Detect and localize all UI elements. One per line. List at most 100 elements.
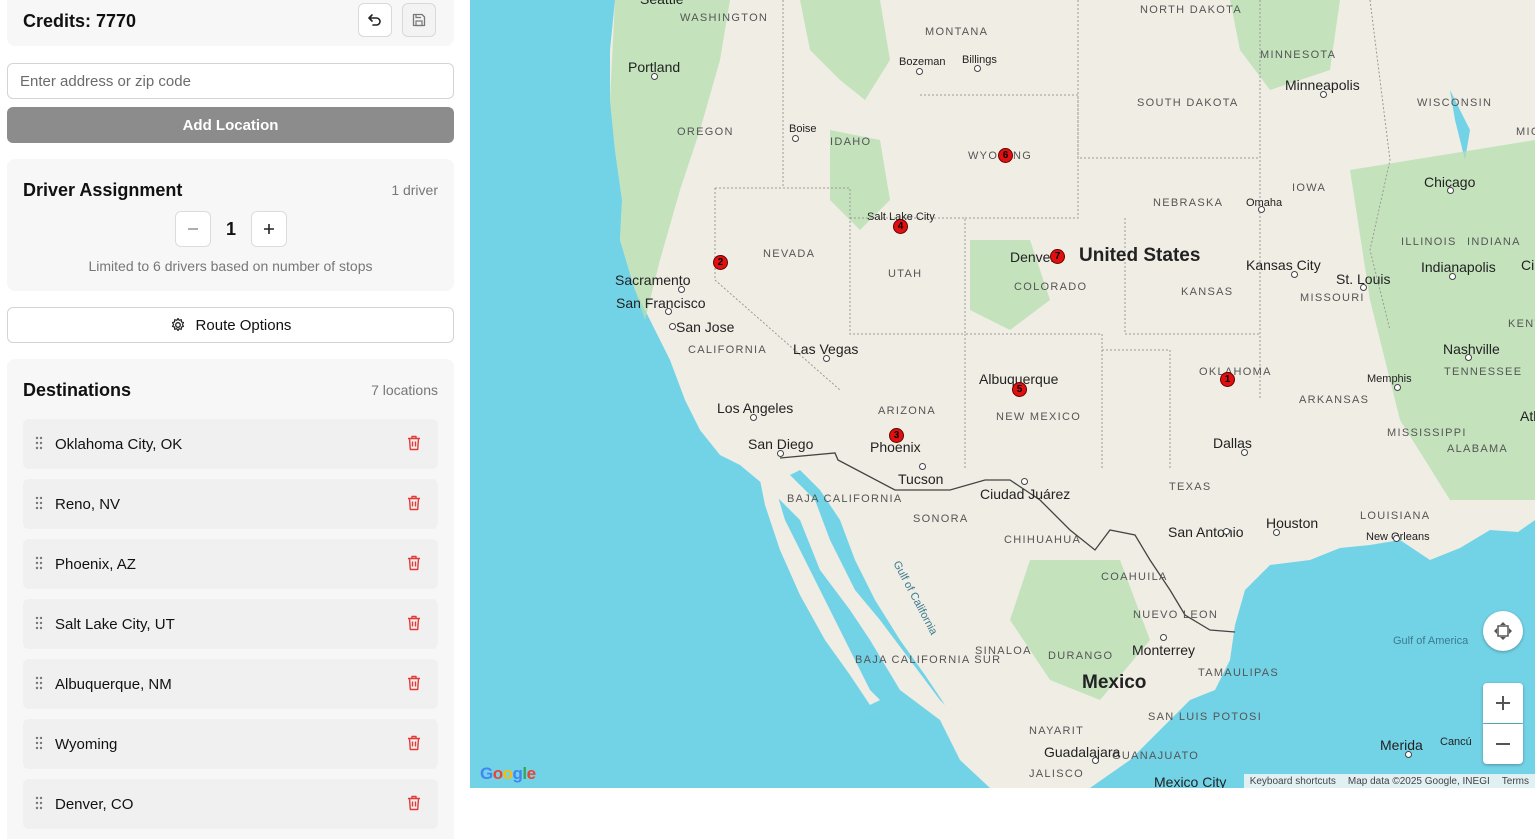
state-label: MISSISSIPPI (1387, 427, 1467, 439)
state-label: SAN LUIS POTOSI (1148, 711, 1263, 723)
state-label: WISCONSIN (1417, 97, 1493, 109)
destination-item[interactable]: Reno, NV (23, 479, 438, 529)
city-label: Monterrey (1132, 642, 1196, 658)
city-dot (1393, 535, 1400, 542)
state-label: OREGON (677, 126, 734, 138)
destination-item[interactable]: Wyoming (23, 719, 438, 769)
delete-icon[interactable] (407, 735, 421, 751)
state-label: TAMAULIPAS (1198, 667, 1280, 679)
city-label: Cancú (1440, 736, 1472, 748)
city-label: Kansas City (1246, 257, 1321, 273)
save-button[interactable] (402, 3, 436, 37)
city-label: Guadalajara (1044, 744, 1121, 760)
city-label: Merida (1380, 737, 1423, 753)
city-dot (1273, 529, 1280, 536)
state-label: JALISCO (1029, 768, 1084, 780)
destination-item[interactable]: Denver, CO (23, 779, 438, 829)
street-view-control[interactable] (1483, 611, 1523, 651)
city-label: Billings (962, 54, 997, 66)
route-marker[interactable]: 3 (889, 428, 904, 443)
city-dot (1465, 354, 1472, 361)
terms-link[interactable]: Terms (1502, 776, 1529, 787)
city-label: San Antonio (1168, 524, 1244, 540)
delete-icon[interactable] (407, 795, 421, 811)
state-label: MONTANA (925, 26, 989, 38)
credits-label: Credits: 7770 (23, 11, 137, 31)
city-label: Mexico City (1154, 774, 1227, 788)
state-label: SOUTH DAKOTA (1137, 97, 1239, 109)
undo-button[interactable] (358, 3, 392, 37)
drag-handle-icon[interactable] (35, 616, 43, 630)
driver-count-value: 1 (225, 219, 236, 239)
driver-limit-text: Limited to 6 drivers based on number of … (88, 258, 373, 274)
state-label: UTAH (888, 268, 923, 280)
city-dot (792, 135, 799, 142)
add-location-button[interactable]: Add Location (7, 107, 454, 143)
destination-item[interactable]: Oklahoma City, OK (23, 419, 438, 469)
google-logo: Google (480, 764, 536, 783)
drag-handle-icon[interactable] (35, 796, 43, 810)
map-view[interactable]: United States Mexico WASHINGTON MONTANA NORT… (470, 0, 1535, 788)
zoom-in-button[interactable] (1483, 683, 1523, 723)
city-dot (1241, 449, 1248, 456)
destinations-card: Destinations 7 locations Oklahoma City, … (7, 359, 454, 839)
city-label: Indianapolis (1421, 259, 1496, 275)
keyboard-shortcuts-link[interactable]: Keyboard shortcuts (1250, 776, 1336, 787)
route-marker[interactable]: 6 (998, 148, 1013, 163)
city-label: Seattle (640, 0, 684, 7)
city-dot (665, 308, 672, 315)
delete-icon[interactable] (407, 615, 421, 631)
country-label: United States (1079, 245, 1201, 266)
drag-handle-icon[interactable] (35, 436, 43, 450)
plus-icon (264, 224, 274, 234)
map-data-attribution: Map data ©2025 Google, INEGI (1347, 775, 1490, 787)
city-dot (750, 414, 757, 421)
city-label: Denver (1010, 249, 1056, 265)
route-marker[interactable]: 1 (1220, 372, 1235, 387)
state-label: TENNESSEE (1444, 366, 1523, 378)
plus-icon (1496, 696, 1510, 710)
state-label: KENTUCKY (1508, 318, 1535, 330)
route-options-button[interactable]: Route Options (7, 307, 454, 343)
country-label: Mexico (1082, 672, 1147, 693)
delete-icon[interactable] (407, 495, 421, 511)
city-dot (1223, 528, 1230, 535)
drag-handle-icon[interactable] (35, 496, 43, 510)
state-label: GUANAJUATO (1112, 750, 1200, 762)
decrease-drivers-button[interactable] (175, 211, 211, 247)
zoom-out-button[interactable] (1483, 724, 1523, 764)
delete-icon[interactable] (407, 435, 421, 451)
city-dot (678, 286, 685, 293)
increase-drivers-button[interactable] (251, 211, 287, 247)
drag-handle-icon[interactable] (35, 736, 43, 750)
destinations-count: 7 locations (371, 382, 438, 398)
city-dot (1258, 206, 1265, 213)
city-label: Tucson (898, 471, 944, 487)
delete-icon[interactable] (407, 675, 421, 691)
delete-icon[interactable] (407, 555, 421, 571)
route-marker[interactable]: 5 (1012, 382, 1027, 397)
route-marker[interactable]: 7 (1050, 249, 1065, 264)
drag-handle-icon[interactable] (35, 676, 43, 690)
state-label: CALIFORNIA (688, 344, 768, 356)
city-dot (1360, 284, 1367, 291)
route-marker[interactable]: 2 (713, 255, 728, 270)
destination-item[interactable]: Phoenix, AZ (23, 539, 438, 589)
state-label: ARIZONA (878, 405, 936, 417)
city-label: San Francisco (616, 295, 706, 311)
city-label: San Jose (676, 319, 735, 335)
destination-item[interactable]: Salt Lake City, UT (23, 599, 438, 649)
state-label: NEW MEXICO (996, 411, 1082, 423)
destination-label: Denver, CO (55, 796, 134, 813)
route-marker[interactable]: 4 (893, 219, 908, 234)
address-input[interactable] (7, 63, 454, 99)
city-dot (669, 323, 676, 330)
state-label: NUEVO LEON (1133, 609, 1219, 621)
camera-control-icon (1494, 622, 1512, 640)
state-label: ILLINOIS (1401, 236, 1457, 248)
drag-handle-icon[interactable] (35, 556, 43, 570)
state-label: COLORADO (1014, 281, 1088, 293)
destination-item[interactable]: Albuquerque, NM (23, 659, 438, 709)
state-label: OKLAHOMA (1199, 366, 1272, 378)
water-label: Gulf of America (1393, 635, 1469, 647)
